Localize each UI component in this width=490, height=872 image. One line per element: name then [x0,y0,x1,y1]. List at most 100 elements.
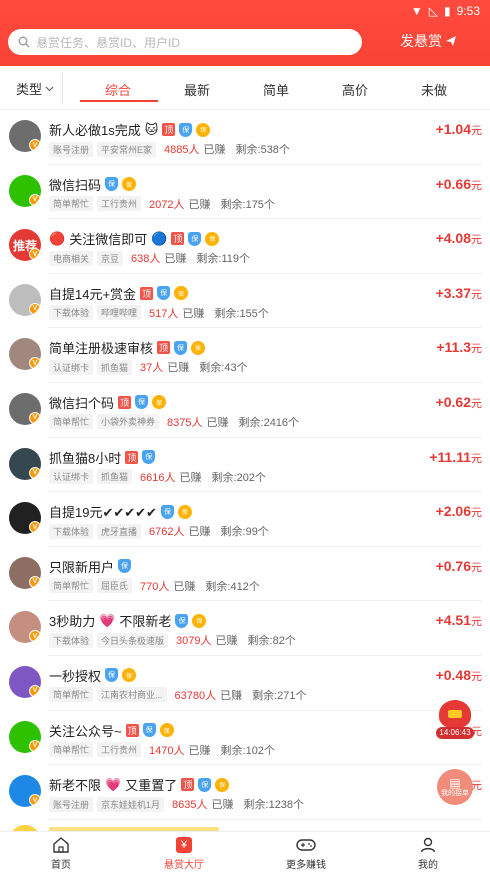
task-row[interactable]: V 关注公众号~ 顶保保简单帮忙 工行贵州 1470人 已赚 剩余:102个元 [0,711,490,766]
top-badge-icon: 顶 [125,450,139,464]
task-price: +0.66元 [436,176,482,193]
price-value: 11.3 [444,339,471,356]
earned-label: 已赚 [164,253,187,266]
vip-icon: V [29,193,41,206]
task-row[interactable]: V 抓鱼猫8小时顶保认证绑卡 抓鱼猫 6616人 已赚 剩余:202个 +11.11元 [0,438,490,493]
task-price: +0.76元 [436,558,482,575]
nav-mine[interactable]: 我的 [383,836,473,871]
bottom-nav: 首页 ¥ 悬赏大厅 更多赚钱 我的 [0,831,490,872]
task-tag: 简单帮忙 [49,578,94,594]
remaining-count: 剩余:102个 [220,744,275,757]
task-price: +0.48元 [436,667,482,684]
participant-count: 3079人 [176,635,212,648]
price-unit: 元 [471,288,482,301]
task-title: 只限新用户 [49,559,115,575]
nav-more-earn[interactable]: 更多赚钱 [261,836,351,871]
price-unit: 元 [471,507,482,520]
task-tag: 简单帮忙 [49,687,94,703]
remaining-count: 剩余:412个 [205,580,260,593]
my-orders-button[interactable]: ▤ 我的接单 [437,769,473,805]
shield-badge-icon: 保 [135,395,149,410]
task-row[interactable]: 推荐 V 🔴 关注微信即可 🔵 顶保保电商相关 京豆 638人 已赚 剩余:119个 +4.08元 [0,219,490,274]
search-input[interactable]: 悬赏任务、悬赏ID、用户ID [8,29,362,55]
task-meta: 下载体验 虎牙直播 6762人 已赚 剩余:99个 [49,523,269,539]
task-tag: 电商相关 [49,250,94,266]
vip-icon: V [29,575,41,588]
task-tag: 下载体验 [49,523,94,539]
shield-badge-icon: 保 [105,668,119,683]
price-unit: 元 [471,343,482,356]
task-title-line: 自提19元✔✔✔✔✔ 保保 [49,502,192,521]
task-title-line: 自提14元+赏金顶保保 [49,284,189,303]
participant-count: 2072人 [149,198,185,211]
task-row[interactable]: V 新人必做1s完成 🐱 顶保保账号注册 平安常州E家 4885人 已赚 剩余:538个 +1.… [0,110,490,165]
type-dropdown[interactable]: 类型 [16,79,54,98]
price-value: 4.51 [443,612,471,629]
tab-not-done[interactable]: 未做 [394,80,474,99]
send-icon [446,36,456,46]
emoji-icon: 🐱 [144,121,159,137]
task-row[interactable]: V 只限新用户保简单帮忙 屈臣氏 770人 已赚 剩余:412个 +0.76元 [0,547,490,602]
task-tag: 账号注册 [49,141,94,157]
guarantee-badge-icon: 保 [159,723,174,738]
emoji-icon: 💗 [105,776,122,792]
task-title-line: 只限新用户保 [49,557,132,576]
task-price: +11.3元 [436,339,482,356]
search-placeholder: 悬赏任务、悬赏ID、用户ID [36,35,181,50]
task-tag: 简单帮忙 [49,742,94,758]
vip-icon: V [29,739,41,752]
task-row[interactable]: V 新老不限 💗 又重置了顶保保账号注册 京东娃娃机1月 8635人 已赚 剩余:1238个元 [0,765,490,820]
participant-count: 63780人 [174,689,217,702]
avatar: V [9,447,41,480]
top-badge-icon: 顶 [118,395,132,409]
battery-icon: ▮ [444,4,451,18]
task-list: V 新人必做1s完成 🐱 顶保保账号注册 平安常州E家 4885人 已赚 剩余:538个 +1.… [0,110,490,820]
type-label: 类型 [16,82,43,97]
avatar: V [9,392,41,425]
task-row[interactable]: V 微信扫个码顶保保简单帮忙 小袋外卖神券 8375人 已赚 剩余:2416个 +0.62元 [0,383,490,438]
task-row[interactable]: V 微信扫码保保简单帮忙 工行贵州 2072人 已赚 剩余:175个 +0.66元 [0,165,490,220]
task-tag: 工行贵州 [97,196,142,212]
task-meta: 下载体验 哔哩哔哩 517人 已赚 剩余:155个 [49,305,269,321]
task-row[interactable]: V 简单注册极速审核顶保保认证绑卡 抓鱼猫 37人 已赚 剩余:43个 +11.3元 [0,328,490,383]
price-value: 0.48 [443,666,471,683]
task-row[interactable]: V 一秒授权保保简单帮忙 江南农村商业... 63780人 已赚 剩余:271个 +0.48… [0,656,490,711]
task-row[interactable]: V 3秒助力 💗 不限新老保保下载体验 今日头条极速版 3079人 已赚 剩余:82个 +4.5… [0,601,490,656]
price-unit: 元 [471,561,482,574]
task-title: 自提19元✔✔✔✔✔ [49,505,157,521]
remaining-count: 剩余:2416个 [238,416,300,429]
task-tag: 认证绑卡 [49,469,94,485]
chevron-down-icon [45,86,54,91]
task-tag: 简单帮忙 [49,414,94,430]
participant-count: 37人 [140,362,164,375]
tab-high-price[interactable]: 高价 [315,80,395,99]
avatar: V [9,775,41,808]
task-tag: 抓鱼猫 [97,469,133,485]
shield-badge-icon: 保 [157,286,171,301]
tab-latest[interactable]: 最新 [157,80,237,99]
price-sign: + [435,230,444,247]
red-packet-timer[interactable]: 14:06:43 [436,700,474,740]
guarantee-badge-icon: 保 [192,613,207,628]
nav-label: 悬赏大厅 [164,860,204,871]
price-sign: + [435,284,444,301]
vip-icon: V [29,466,41,479]
wifi-icon: ▼ [410,4,423,18]
tab-comprehensive[interactable]: 综合 [78,80,158,99]
task-meta: 认证绑卡 抓鱼猫 37人 已赚 剩余:43个 [49,359,248,375]
task-title-line: 新人必做1s完成 🐱 顶保保 [49,120,211,139]
nav-home[interactable]: 首页 [16,836,106,871]
task-title: 简单注册极速审核 [49,341,154,357]
tab-simple[interactable]: 简单 [236,80,316,99]
search-icon [18,36,30,48]
task-row[interactable]: V 自提14元+赏金顶保保下载体验 哔哩哔哩 517人 已赚 剩余:155个 +3.37元 [0,274,490,329]
earned-label: 已赚 [211,799,234,812]
status-time: 9:53 [456,4,480,18]
task-meta: 下载体验 今日头条极速版 3079人 已赚 剩余:82个 [49,632,296,648]
earned-label: 已赚 [206,416,229,429]
task-title-line: 简单注册极速审核顶保保 [49,338,206,357]
publish-bounty-button[interactable]: 发悬赏 [400,31,457,51]
task-row[interactable]: V 自提19元✔✔✔✔✔ 保保下载体验 虎牙直播 6762人 已赚 剩余:99个 +2.06元 [0,492,490,547]
nav-bounty-hall[interactable]: ¥ 悬赏大厅 [139,836,229,871]
user-icon [420,837,436,853]
